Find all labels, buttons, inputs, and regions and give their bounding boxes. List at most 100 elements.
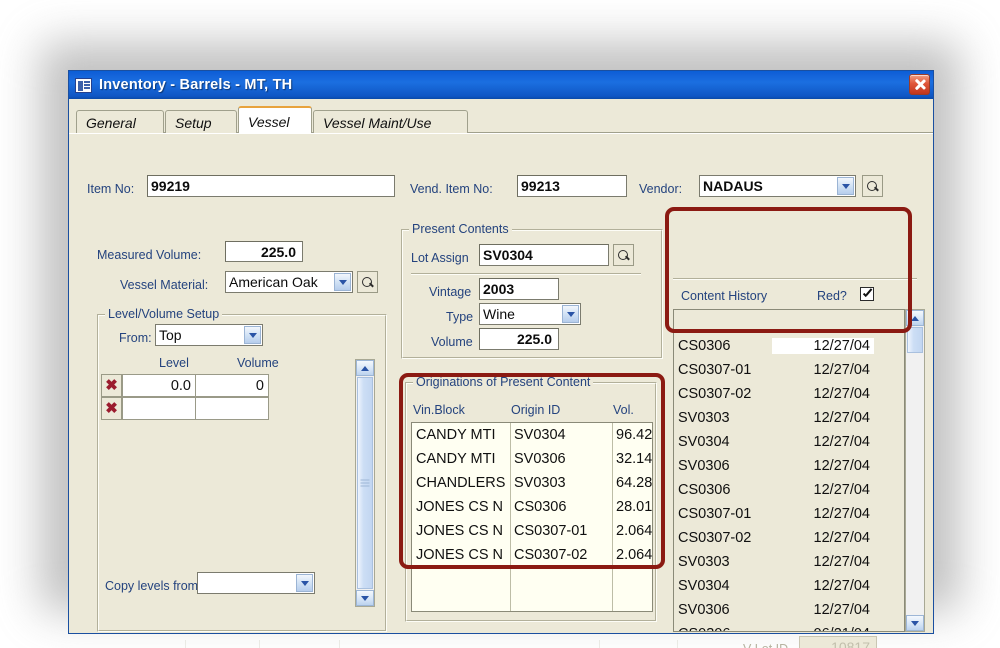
vol-cell: 2.064048 — [616, 547, 652, 563]
window-menu-icon[interactable] — [75, 77, 92, 93]
date-cell: 12/27/04 — [813, 458, 870, 474]
delete-row-button[interactable]: ✖ — [101, 374, 122, 397]
list-item[interactable]: CS0307-02 12/27/04 — [674, 526, 904, 550]
toolbar-separator — [259, 640, 260, 648]
vintage-field[interactable]: 2003 — [479, 278, 559, 300]
vessel-material-combo[interactable]: American Oak — [225, 271, 353, 293]
scrollbar-thumb[interactable] — [907, 327, 923, 353]
origination-cell: SV0304 — [678, 578, 730, 594]
scroll-up-icon[interactable] — [356, 360, 374, 376]
copy-icon[interactable] — [535, 642, 585, 648]
tab-vessel-maint-use[interactable]: Vessel Maint/Use — [313, 110, 468, 133]
list-item[interactable]: SV0303 12/27/04 — [674, 406, 904, 430]
item-no-field[interactable]: 99219 — [147, 175, 395, 197]
measured-volume-label: Measured Volume: — [97, 248, 202, 262]
list-item[interactable]: SV0306 12/27/04 — [674, 598, 904, 622]
table-row[interactable]: CANDY MTI SV0304 96.42857 — [412, 423, 652, 447]
origination-cell: CS0307-02 — [678, 386, 752, 402]
origination-cell: CS0307-01 — [678, 506, 752, 522]
date-cell: 12/27/04 — [813, 434, 870, 450]
volume-cell[interactable]: 0 — [195, 374, 269, 397]
content-history-scrollbar[interactable] — [905, 309, 925, 632]
list-item[interactable]: CS0307-01 12/27/04 — [674, 358, 904, 382]
origination-cell: CS0306 — [674, 626, 778, 631]
vendor-lookup-button[interactable] — [862, 175, 883, 197]
scroll-down-icon[interactable] — [356, 590, 374, 606]
type-combo[interactable]: Wine — [479, 303, 581, 325]
list-item[interactable]: CS0307-02 12/27/04 — [674, 382, 904, 406]
chevron-down-icon[interactable] — [562, 305, 579, 323]
level-cell[interactable]: 0.0 — [122, 374, 196, 397]
lot-assign-lookup-button[interactable] — [613, 244, 634, 266]
content-history-list[interactable]: CS0306 12/27/04 CS0307-01 12/27/04 CS0307-02… — [673, 309, 905, 632]
list-item[interactable]: CS0306 12/27/04 — [674, 334, 904, 358]
origination-cell: CS0306 — [678, 482, 731, 498]
chevron-down-icon[interactable] — [837, 177, 854, 195]
tab-general[interactable]: General — [76, 110, 164, 133]
table-row[interactable]: JONES CS N CS0307-01 2.064048 — [412, 519, 652, 543]
level-volume-group-title: Level/Volume Setup — [105, 307, 223, 321]
scroll-up-icon[interactable] — [906, 310, 924, 326]
date-cell: 12/27/04 — [813, 602, 870, 618]
scrollbar-thumb[interactable] — [357, 377, 373, 589]
table-row[interactable]: CANDY MTI SV0306 32.14285 — [412, 447, 652, 471]
origin-id-cell: CS0306 — [514, 499, 567, 515]
divider — [411, 273, 641, 275]
level-grid-scrollbar[interactable] — [355, 359, 375, 607]
date-cell: 12/27/04 — [813, 554, 870, 570]
volume-cell[interactable] — [195, 397, 269, 420]
vend-item-no-label: Vend. Item No: — [410, 182, 493, 196]
document-icon[interactable] — [199, 642, 245, 648]
list-item[interactable]: CS0306 12/27/04 — [674, 478, 904, 502]
search-icon — [618, 249, 629, 261]
scroll-down-icon[interactable] — [906, 615, 924, 631]
table-row[interactable]: CHANDLERS SV0303 64.28571 — [412, 471, 652, 495]
list-item[interactable]: SV0303 12/27/04 — [674, 550, 904, 574]
vessel-material-lookup-button[interactable] — [357, 271, 378, 293]
chevron-down-icon[interactable] — [296, 574, 313, 592]
list-item[interactable]: SV0304 12/27/04 — [674, 574, 904, 598]
delete-row-button[interactable]: ✖ — [101, 397, 122, 420]
date-cell: 12/27/04 — [813, 482, 870, 498]
close-icon[interactable] — [909, 74, 930, 95]
inventory-window: Inventory - Barrels - MT, TH General Set… — [68, 70, 934, 648]
date-cell: 12/27/04 — [813, 530, 870, 546]
copy-levels-combo[interactable] — [197, 572, 315, 594]
book-icon[interactable] — [125, 642, 171, 648]
chevron-down-icon[interactable] — [334, 273, 351, 291]
volume-field[interactable]: 225.0 — [479, 328, 559, 350]
list-item[interactable]: SV0306 12/27/04 — [674, 454, 904, 478]
originations-grid[interactable]: CANDY MTI SV0304 96.42857 CANDY MTI SV03… — [411, 422, 653, 612]
card-file-icon[interactable] — [273, 642, 325, 648]
table-row[interactable]: JONES CS N CS0307-02 2.064048 — [412, 543, 652, 567]
vin-block-cell: JONES CS N — [416, 499, 504, 515]
date-cell: 06/21/04 — [778, 626, 874, 631]
chevron-down-icon[interactable] — [244, 326, 261, 344]
lot-assign-label: Lot Assign — [411, 251, 469, 265]
list-item[interactable]: SV0304 12/27/04 — [674, 430, 904, 454]
vendor-combo[interactable]: NADAUS — [699, 175, 856, 197]
date-cell: 12/27/04 — [813, 506, 870, 522]
origin-id-cell: CS0307-02 — [514, 547, 588, 563]
level-cell[interactable] — [122, 397, 196, 420]
measured-volume-field[interactable]: 225.0 — [225, 241, 303, 262]
from-combo[interactable]: Top — [155, 324, 263, 346]
item-no-label: Item No: — [87, 182, 135, 196]
search-icon — [867, 180, 878, 192]
list-item[interactable]: CS030606/21/04 — [674, 622, 904, 631]
vendor-label: Vendor: — [639, 182, 683, 196]
tab-setup[interactable]: Setup — [165, 110, 237, 133]
tab-vessel[interactable]: Vessel — [238, 106, 312, 133]
origin-id-cell: SV0306 — [514, 451, 566, 467]
table-row[interactable]: JONES CS N CS0306 28.01476 — [412, 495, 652, 519]
vend-item-no-field[interactable]: 99213 — [517, 175, 627, 197]
red-checkbox[interactable] — [860, 287, 874, 301]
exit-door-icon[interactable] — [613, 642, 663, 648]
lot-assign-field[interactable]: SV0304 — [479, 244, 609, 266]
red-label: Red? — [817, 289, 847, 303]
date-cell: 12/27/04 — [778, 338, 874, 354]
origination-cell: SV0303 — [678, 554, 730, 570]
vin-block-cell: CANDY MTI — [416, 427, 496, 443]
toolbar-separator — [677, 640, 678, 648]
list-item[interactable]: CS0307-01 12/27/04 — [674, 502, 904, 526]
